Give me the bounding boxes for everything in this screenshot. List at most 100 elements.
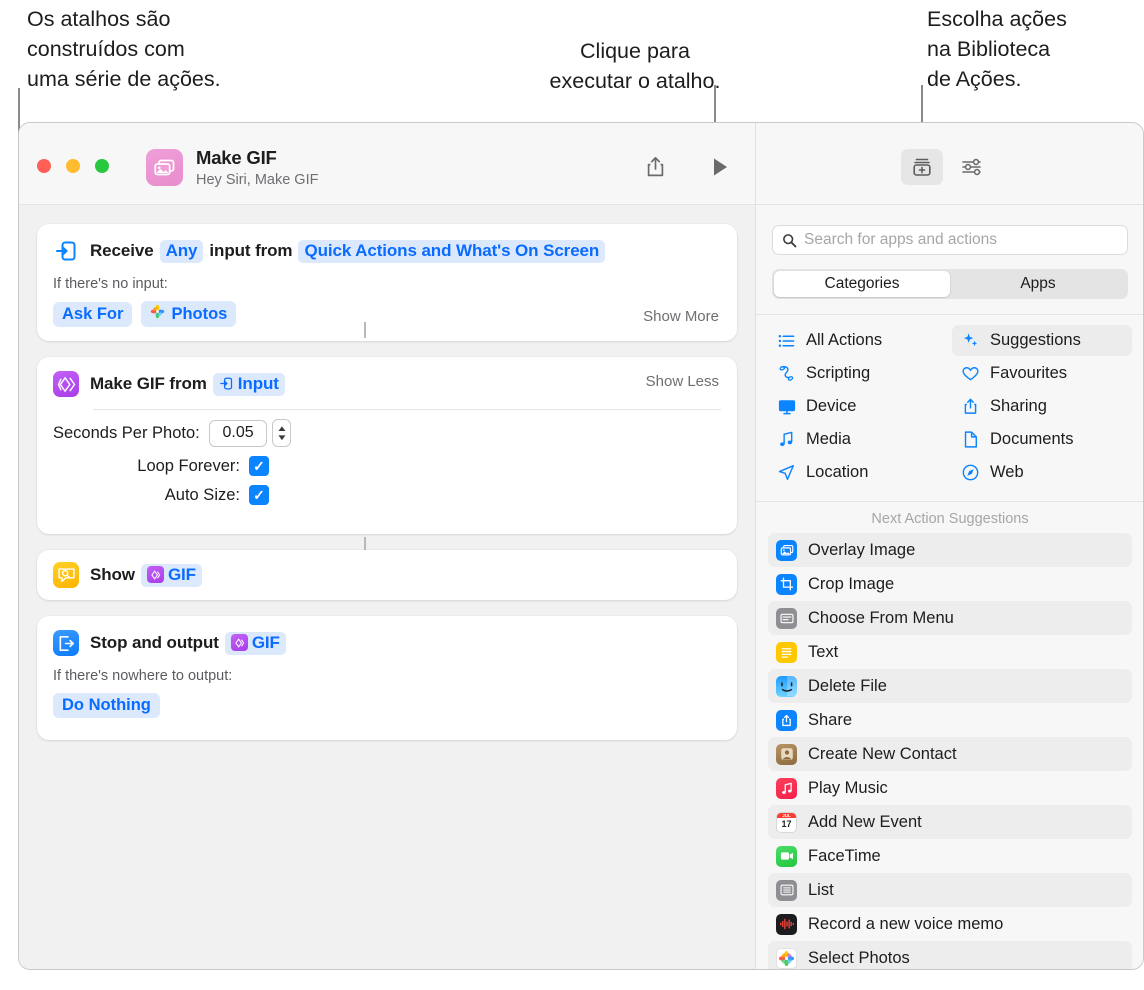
list-item[interactable]: Crop Image (768, 567, 1132, 601)
action-word: Receive (90, 241, 154, 260)
shortcut-details-icon[interactable] (956, 151, 990, 183)
list-item-label: Play Music (808, 778, 888, 797)
list-item[interactable]: List (768, 873, 1132, 907)
share-icon[interactable] (638, 151, 672, 183)
category-label: Media (806, 430, 851, 448)
toolbar-divider (755, 123, 756, 205)
chip-do-nothing[interactable]: Do Nothing (53, 693, 160, 718)
action-title: Stop and output GIF (90, 631, 286, 655)
window-titlebar: Make GIF Hey Siri, Make GIF (19, 123, 1143, 205)
list-item[interactable]: Text (768, 635, 1132, 669)
seconds-stepper[interactable]: ▲ ▼ (272, 419, 291, 447)
make-gif-icon (53, 371, 79, 397)
list-item[interactable]: Create New Contact (768, 737, 1132, 771)
list-item[interactable]: Delete File (768, 669, 1132, 703)
token-gif-variable[interactable]: GIF (224, 631, 286, 655)
run-shortcut-button[interactable] (703, 151, 737, 183)
token-gif-variable[interactable]: GIF (140, 563, 202, 587)
quick-look-icon (53, 562, 79, 588)
connector-line (364, 322, 366, 338)
category-grid: All Actions Suggestions Scripting Favour… (756, 315, 1143, 496)
scroll-icon (777, 365, 796, 382)
show-less-toggle[interactable]: Show Less (646, 373, 719, 390)
category-web[interactable]: Web (952, 457, 1132, 488)
chip-label: Ask For (62, 304, 124, 323)
action-card-make-gif[interactable]: Make GIF from Input Show Less Seconds Pe… (37, 357, 737, 534)
category-documents[interactable]: Documents (952, 424, 1132, 455)
category-location[interactable]: Location (768, 457, 948, 488)
seconds-per-photo-input[interactable]: 0.05 (208, 419, 268, 447)
list-item[interactable]: Select Photos (768, 941, 1132, 969)
library-tabs[interactable]: Categories Apps (772, 269, 1128, 299)
category-label: Scripting (806, 364, 871, 382)
list-item-label: Select Photos (808, 948, 910, 967)
action-card-show[interactable]: Show GIF (37, 550, 737, 600)
category-sharing[interactable]: Sharing (952, 391, 1132, 422)
action-title: Show GIF (90, 563, 202, 587)
auto-size-checkbox[interactable]: ✓ (249, 485, 269, 505)
safari-icon (961, 464, 980, 481)
search-placeholder: Search for apps and actions (804, 231, 998, 248)
token-input-type[interactable]: Any (159, 239, 204, 263)
overlay-image-icon (776, 539, 797, 561)
category-label: Location (806, 463, 869, 481)
list-item[interactable]: Play Music (768, 771, 1132, 805)
tab-apps[interactable]: Apps (950, 271, 1126, 297)
list-icon (776, 879, 797, 901)
divider (93, 409, 721, 410)
category-media[interactable]: Media (768, 424, 948, 455)
action-library-button[interactable] (901, 149, 943, 185)
category-favourites[interactable]: Favourites (952, 358, 1132, 389)
category-scripting[interactable]: Scripting (768, 358, 948, 389)
list-item-label: Record a new voice memo (808, 914, 1004, 933)
minimize-button[interactable] (66, 159, 80, 173)
list-item[interactable]: Share (768, 703, 1132, 737)
close-button[interactable] (37, 159, 51, 173)
list-bullet-icon (777, 334, 796, 348)
category-device[interactable]: Device (768, 391, 948, 422)
chip-ask-for[interactable]: Ask For (53, 301, 133, 327)
list-item[interactable]: Choose From Menu (768, 601, 1132, 635)
token-input-variable[interactable]: Input (212, 372, 285, 396)
action-card-stop-output[interactable]: Stop and output GIF If there's nowhere t… (37, 616, 737, 740)
photos-icon (776, 947, 797, 969)
maximize-button[interactable] (95, 159, 109, 173)
category-label: Documents (990, 430, 1074, 448)
shortcuts-window: Make GIF Hey Siri, Make GIF Receive Any … (18, 122, 1144, 970)
search-field[interactable]: Search for apps and actions (772, 225, 1128, 255)
param-auto-size: Auto Size: ✓ (53, 485, 721, 505)
list-item[interactable]: FaceTime (768, 839, 1132, 873)
list-item-label: Add New Event (808, 812, 922, 831)
share-icon (961, 398, 980, 415)
show-more-toggle[interactable]: Show More (643, 308, 719, 325)
list-item[interactable]: Record a new voice memo (768, 907, 1132, 941)
token-label: Input (237, 373, 279, 393)
param-label: Loop Forever: (137, 456, 240, 475)
gif-variable-icon (146, 566, 164, 583)
no-input-label: If there's no input: (53, 276, 168, 292)
list-item-label: Delete File (808, 676, 887, 695)
category-label: All Actions (806, 331, 883, 349)
sparkles-icon (961, 332, 980, 349)
receive-input-icon (53, 238, 79, 264)
tab-categories[interactable]: Categories (774, 271, 950, 297)
action-card-receive[interactable]: Receive Any input from Quick Actions and… (37, 224, 737, 341)
heart-icon (961, 366, 980, 382)
list-item-label: Create New Contact (808, 744, 957, 763)
list-item[interactable]: JUL 17 Add New Event (768, 805, 1132, 839)
annotation-middle: Clique para executar o atalho. (549, 39, 721, 93)
nowhere-output-label: If there's nowhere to output: (53, 668, 233, 684)
category-suggestions[interactable]: Suggestions (952, 325, 1132, 356)
category-label: Web (990, 463, 1024, 481)
page-title: Make GIF (196, 147, 277, 168)
suggestions-header: Next Action Suggestions (871, 511, 1029, 527)
loop-forever-checkbox[interactable]: ✓ (249, 456, 269, 476)
list-item[interactable]: Overlay Image (768, 533, 1132, 567)
search-icon (782, 233, 797, 248)
annotation-left: Os atalhos são construídos com uma série… (27, 7, 221, 91)
chip-photos[interactable]: Photos (141, 301, 237, 327)
category-all-actions[interactable]: All Actions (768, 325, 948, 356)
shortcut-subtitle: Hey Siri, Make GIF (196, 172, 319, 188)
token-input-source[interactable]: Quick Actions and What's On Screen (298, 239, 606, 263)
annotation-right: Escolha ações na Biblioteca de Ações. (927, 7, 1067, 91)
